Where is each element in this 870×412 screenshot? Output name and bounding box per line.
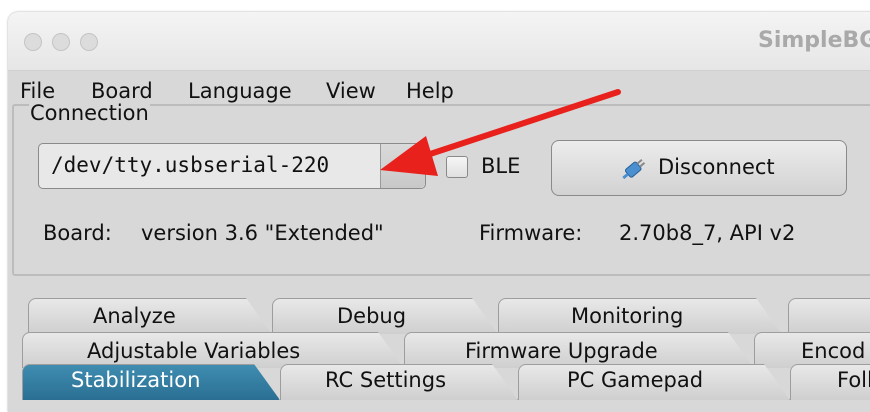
red-arrow-annotation	[380, 89, 621, 176]
